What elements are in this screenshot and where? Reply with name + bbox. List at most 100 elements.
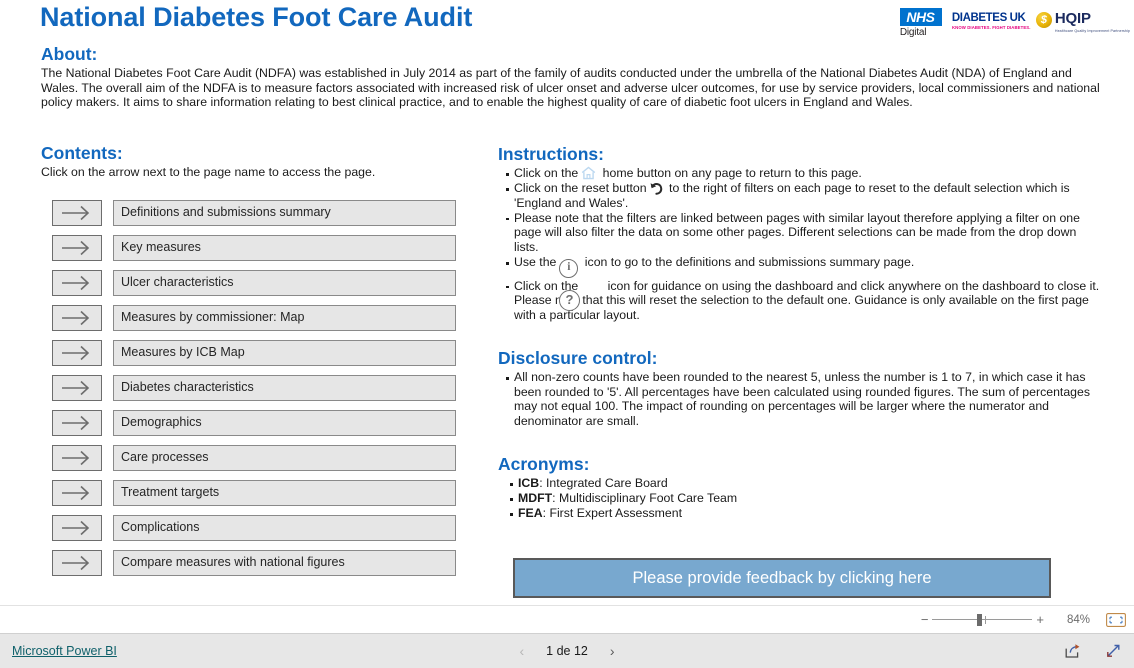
acronyms-list: ICB: Integrated Care Board MDFT: Multidis… (507, 476, 1067, 521)
contents-row: Complications (52, 515, 456, 541)
previous-page-button[interactable]: ‹ (519, 643, 524, 659)
next-page-button[interactable]: › (610, 643, 615, 659)
contents-row: Treatment targets (52, 480, 456, 506)
disclosure-item: All non-zero counts have been rounded to… (503, 370, 1093, 428)
contents-item-label[interactable]: Key measures (113, 235, 456, 261)
acronym-item: FEA: First Expert Assessment (507, 506, 1067, 521)
reset-icon (650, 181, 663, 195)
contents-heading: Contents: (41, 143, 123, 163)
instruction-text: Click on the reset button (514, 181, 647, 196)
acronym-term: FEA (518, 506, 543, 521)
status-bar-actions (1064, 643, 1122, 659)
diabetes-uk-logo: DIABETES UK KNOW DIABETES. FIGHT DIABETE… (951, 8, 1031, 31)
arrow-right-icon[interactable] (52, 305, 102, 331)
contents-item-label[interactable]: Demographics (113, 410, 456, 436)
fit-to-page-icon[interactable] (1106, 612, 1126, 627)
contents-row: Measures by commissioner: Map (52, 305, 456, 331)
hqip-logo: $ HQIP Healthcare Quality Improvement Pa… (1035, 8, 1130, 34)
instructions-list: Click on the home button on any page to … (503, 166, 1103, 323)
contents-row: Measures by ICB Map (52, 340, 456, 366)
contents-item-label[interactable]: Care processes (113, 445, 456, 471)
contents-item-label[interactable]: Definitions and submissions summary (113, 200, 456, 226)
nhs-digital-logo: NHS Digital (899, 8, 942, 39)
instruction-text: Use the (514, 255, 557, 270)
arrow-right-icon[interactable] (52, 550, 102, 576)
acronyms-heading: Acronyms: (498, 454, 590, 474)
zoom-percent-label: 84% (1066, 613, 1090, 626)
contents-row: Ulcer characteristics (52, 270, 456, 296)
instruction-item: Please note that the filters are linked … (503, 211, 1103, 255)
hqip-tagline: Healthcare Quality Improvement Partnersh… (1054, 29, 1130, 33)
contents-subtext: Click on the arrow next to the page name… (41, 165, 376, 179)
page-navigator: ‹ 1 de 12 › (0, 643, 1134, 659)
instruction-item: Click on the home button on any page to … (503, 166, 1103, 181)
home-icon (581, 166, 596, 180)
contents-row: Key measures (52, 235, 456, 261)
contents-item-label[interactable]: Measures by commissioner: Map (113, 305, 456, 331)
status-bar: Microsoft Power BI ‹ 1 de 12 › (0, 633, 1134, 668)
zoom-slider-tick (985, 616, 987, 624)
contents-item-label[interactable]: Complications (113, 515, 456, 541)
contents-item-label[interactable]: Diabetes characteristics (113, 375, 456, 401)
zoom-slider[interactable] (932, 613, 1033, 626)
instruction-text-cont: home button on any page to return to thi… (599, 166, 862, 180)
contents-item-label[interactable]: Treatment targets (113, 480, 456, 506)
acronym-term: MDFT (518, 491, 553, 506)
contents-row: Definitions and submissions summary (52, 200, 456, 226)
acronym-definition: : Integrated Care Board (539, 476, 668, 490)
info-icon: i (559, 259, 579, 279)
zoom-toolbar: − + 84% (0, 605, 1134, 633)
acronym-definition: : Multidisciplinary Foot Care Team (552, 491, 738, 506)
arrow-right-icon[interactable] (52, 445, 102, 471)
fullscreen-icon[interactable] (1105, 643, 1122, 659)
arrow-right-icon[interactable] (52, 340, 102, 366)
contents-row: Demographics (52, 410, 456, 436)
acronym-term: ICB (518, 476, 540, 490)
contents-item-label[interactable]: Measures by ICB Map (113, 340, 456, 366)
instruction-text: Click on the (514, 166, 579, 180)
page-indicator: 1 de 12 (546, 644, 588, 658)
instruction-text-cont: icon for guidance on using the dashboard… (514, 278, 1100, 322)
contents-row: Care processes (52, 445, 456, 471)
arrow-right-icon[interactable] (52, 375, 102, 401)
diabetes-uk-wordmark: DIABETES UK (951, 12, 1026, 24)
arrow-right-icon[interactable] (52, 480, 102, 506)
acronym-definition: : First Expert Assessment (542, 506, 683, 521)
arrow-right-icon[interactable] (52, 235, 102, 261)
question-icon: ? (559, 289, 580, 311)
about-text: The National Diabetes Foot Care Audit (N… (41, 66, 1100, 110)
share-icon[interactable] (1064, 643, 1081, 659)
page-title: National Diabetes Foot Care Audit (40, 2, 473, 32)
diabetes-uk-tagline: KNOW DIABETES. FIGHT DIABETES. (951, 25, 1031, 30)
power-bi-report-viewer: National Diabetes Foot Care Audit NHS Di… (0, 0, 1134, 668)
disclosure-list: All non-zero counts have been rounded to… (503, 370, 1093, 429)
arrow-right-icon[interactable] (52, 270, 102, 296)
arrow-right-icon[interactable] (52, 515, 102, 541)
instruction-text: Please note that the filters are linked … (514, 210, 1080, 254)
contents-row: Compare measures with national figures (52, 550, 456, 576)
logo-group: NHS Digital DIABETES UK KNOW DIABETES. F… (899, 8, 1130, 39)
zoom-out-button[interactable]: − (917, 613, 933, 626)
disclosure-heading: Disclosure control: (498, 348, 658, 368)
about-heading: About: (41, 44, 98, 64)
contents-nav-list: Definitions and submissions summary Key m… (52, 200, 456, 585)
contents-item-label[interactable]: Ulcer characteristics (113, 270, 456, 296)
hqip-wordmark: HQIP (1054, 10, 1091, 27)
nhs-mark: NHS (899, 8, 942, 26)
zoom-in-button[interactable]: + (1032, 613, 1048, 626)
arrow-right-icon[interactable] (52, 410, 102, 436)
acronym-item: MDFT: Multidisciplinary Foot Care Team (507, 491, 1067, 506)
report-canvas: National Diabetes Foot Care Audit NHS Di… (0, 0, 1134, 605)
feedback-button[interactable]: Please provide feedback by clicking here (513, 558, 1051, 598)
instruction-item: Click on the reset button to the right o… (503, 181, 1103, 210)
contents-row: Diabetes characteristics (52, 375, 456, 401)
instructions-heading: Instructions: (498, 144, 604, 164)
instruction-text-cont: icon to go to the definitions and submis… (581, 255, 915, 270)
contents-item-label[interactable]: Compare measures with national figures (113, 550, 456, 576)
hqip-coin-icon: $ (1035, 12, 1052, 28)
instruction-item: Use the i icon to go to the definitions a… (503, 255, 1103, 279)
instruction-item: Click on the? icon for guidance on using… (503, 279, 1103, 323)
zoom-slider-thumb[interactable] (977, 614, 983, 626)
arrow-right-icon[interactable] (52, 200, 102, 226)
acronym-item: ICB: Integrated Care Board (507, 476, 1067, 491)
